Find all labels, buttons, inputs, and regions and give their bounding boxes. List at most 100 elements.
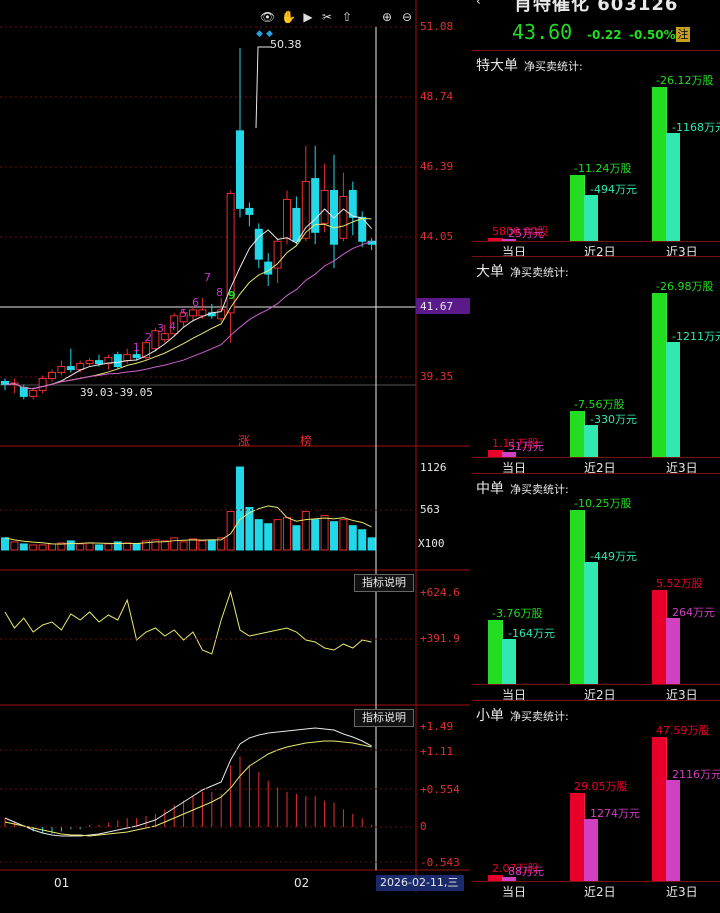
volume-bar (292, 525, 301, 551)
flow-bar-shares (652, 737, 667, 881)
attention-badge[interactable]: 注 (676, 27, 690, 42)
indicator-help-button[interactable]: 指标说明 (354, 709, 414, 727)
td-count: 4 (169, 320, 176, 333)
amount-label: 1274万元 (590, 807, 640, 821)
section-title: 特大单 净买卖统计: (476, 55, 583, 75)
flow-bar-amount (666, 780, 680, 881)
shares-label: 47.59万股 (656, 724, 710, 737)
volume-bar (358, 529, 367, 551)
flow-bar-amount (666, 342, 680, 457)
section-title: 大单 净买卖统计: (476, 261, 569, 281)
price-change-pct: -0.50% (629, 28, 676, 42)
volume-bar (132, 543, 141, 551)
candle-body (236, 130, 244, 209)
volume-bar (95, 544, 103, 551)
td-count: 6 (192, 296, 199, 309)
rank-marker: 榜 (300, 434, 313, 448)
section-baseline (472, 881, 720, 882)
flow-bar-shares (570, 510, 585, 684)
indicator1-line (4, 590, 372, 655)
volume-bar (179, 541, 188, 551)
volume-bar (301, 511, 310, 551)
ind2-tick: 0 (420, 820, 427, 833)
amount-label: 88万元 (508, 864, 544, 878)
signal-diamond: ◆ (256, 29, 263, 39)
ma10-line (4, 218, 372, 390)
volume-bar (367, 537, 376, 551)
flow-bar-amount (584, 424, 598, 457)
amount-label: -330万元 (590, 412, 637, 426)
collapse-icon[interactable]: ‹ (476, 0, 481, 8)
low-annotation: 39.03-39.05 (80, 386, 153, 399)
volume-bar (273, 519, 282, 551)
y-tick: 48.74 (420, 90, 454, 103)
volume-bar (348, 525, 357, 551)
volume-bar (236, 466, 244, 551)
flow-bar-shares (652, 293, 667, 457)
volume-bar (29, 544, 38, 551)
volume-bar (320, 515, 329, 551)
flow-bar-amount (666, 133, 680, 241)
td-count: 8 (216, 286, 223, 299)
volume-bar (19, 543, 28, 551)
flow-bar-amount (502, 639, 516, 684)
section-subtitle: 净买卖统计: (510, 266, 569, 279)
ind2-tick: +0.554 (420, 783, 460, 796)
section-baseline (472, 241, 720, 242)
shares-label: -26.12万股 (656, 74, 714, 87)
amount-label: -164万元 (508, 627, 555, 641)
shares-label: -11.24万股 (574, 161, 632, 175)
section-subtitle: 净买卖统计: (510, 710, 569, 723)
section-title-text: 特大单 (476, 58, 518, 74)
amount-label: -1211万元 (672, 330, 720, 344)
flow-section: 特大单 净买卖统计: 5800.00股 25万元 当日 -11.24万股 -494万元 近2日… (472, 50, 720, 273)
flow-section: 大单 净买卖统计: 1.11万股 51万元 当日 -7.56万股 -330万元 近2日 -26.… (472, 256, 720, 489)
y-tick: 44.05 (420, 230, 454, 243)
candle-body (198, 309, 207, 317)
flow-bar-shares (488, 450, 503, 457)
flow-bar-amount (666, 618, 680, 684)
volume-bar (170, 537, 179, 551)
volume-bar (311, 519, 320, 551)
indicator-help-button[interactable]: 指标说明 (354, 574, 414, 592)
candle-body (38, 377, 47, 391)
amount-label: -449万元 (590, 550, 637, 564)
amount-label: 51万元 (508, 440, 544, 454)
shares-label: -26.98万股 (656, 280, 714, 293)
x-axis-label: 01 (54, 876, 70, 890)
limit-up-marker: 涨 (238, 434, 251, 448)
candle-body (76, 363, 85, 371)
x-axis-label: 02 (294, 876, 310, 890)
flow-bar-shares (652, 590, 667, 684)
kline-area[interactable]: 👁 ✋ ▶ ✂ ⇧ ⊕ ⊖ ◆ ◆ 51.08 48.74 46.39 44.05… (0, 0, 470, 892)
flow-bar-amount (584, 562, 598, 684)
td-count: 2 (145, 331, 152, 344)
candle-body (320, 190, 329, 224)
volume-bar (189, 538, 197, 551)
candle-body (19, 386, 28, 397)
y-tick: 51.08 (420, 20, 454, 33)
high-annotation-line (255, 46, 272, 129)
candle-body (254, 228, 263, 260)
candle-body (132, 354, 141, 359)
candle-body (85, 360, 94, 365)
candle-body (29, 389, 38, 397)
stock-title: 肖特催化 603126 (514, 0, 679, 15)
amount-label: 264万元 (672, 606, 715, 620)
flow-bar-shares (652, 87, 667, 241)
vol-tick: 1126 (420, 461, 447, 474)
volume-bar (339, 519, 348, 551)
volume-bar (330, 521, 338, 551)
amount-label: -494万元 (590, 182, 637, 196)
section-baseline (472, 684, 720, 685)
shares-label: -10.25万股 (574, 497, 632, 510)
candle-body (283, 198, 291, 239)
amount-label: 25万元 (508, 226, 544, 240)
td-count: 1 (133, 341, 140, 354)
dif-line (4, 727, 372, 837)
flow-section: 中单 净买卖统计: -3.76万股 -164万元 当日 -10.25万股 -449万元 近2日… (472, 473, 720, 716)
amount-label: 2116万元 (672, 768, 720, 782)
flow-bar-shares (570, 411, 585, 457)
section-title-text: 中单 (476, 481, 504, 497)
high-annotation: 50.38 (270, 38, 302, 51)
